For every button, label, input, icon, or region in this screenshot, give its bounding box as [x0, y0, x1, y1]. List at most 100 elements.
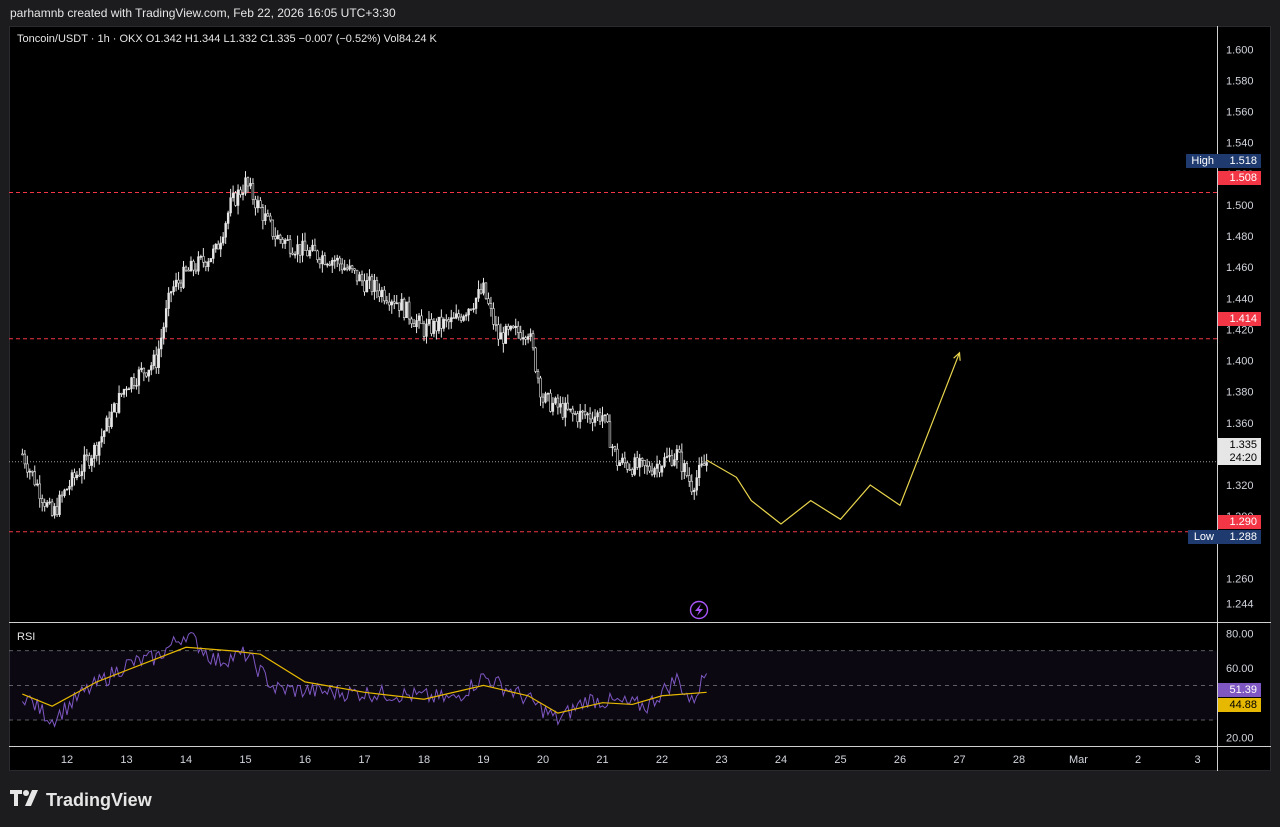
candle-body-38 — [115, 403, 118, 413]
candle-body-268 — [685, 463, 688, 476]
candle-body-70 — [194, 269, 198, 272]
candle-body-204 — [526, 336, 530, 340]
time-tick-19: 3 — [1194, 754, 1200, 766]
candle-body-177 — [459, 316, 463, 321]
candle-body-244 — [626, 462, 629, 470]
candle-body-259 — [663, 457, 666, 467]
candle-body-157 — [410, 318, 413, 324]
candle-body-87 — [236, 189, 240, 206]
candle-body-39 — [117, 392, 121, 413]
candle-body-79 — [217, 243, 220, 250]
projection-path — [706, 352, 961, 525]
candle-body-14 — [55, 506, 59, 515]
candle-body-266 — [680, 451, 684, 473]
candle-body-93 — [251, 183, 255, 200]
candle-body-73 — [202, 256, 205, 263]
candle-body-128 — [338, 257, 341, 265]
candle-body-130 — [343, 267, 346, 271]
candle-body-3 — [28, 470, 32, 473]
tradingview-brand[interactable]: TradingView — [10, 788, 152, 812]
attribution: parhamnb created with TradingView.com, F… — [10, 6, 396, 20]
tradingview-logo-icon — [10, 789, 40, 811]
time-tick-10: 22 — [656, 754, 668, 766]
candle-body-203 — [524, 337, 527, 340]
candle-body-46 — [135, 385, 138, 387]
price-chart[interactable]: 1.6001.5801.5601.5401.5201.5001.4801.460… — [9, 26, 1271, 771]
candle-body-153 — [400, 298, 403, 311]
candle-body-249 — [638, 458, 641, 468]
candle-body-166 — [432, 321, 436, 334]
candle-body-43 — [127, 388, 131, 391]
candle-body-118 — [313, 244, 317, 252]
candle-body-252 — [645, 465, 649, 467]
candle-body-95 — [256, 200, 260, 209]
candle-body-111 — [296, 244, 299, 255]
candle-body-105 — [281, 239, 284, 244]
candle-body-137 — [360, 274, 364, 282]
price-tick-7: 1.460 — [1226, 262, 1254, 274]
time-tick-5: 17 — [358, 754, 370, 766]
candle-body-21 — [73, 472, 76, 479]
candle-body-32 — [100, 436, 103, 443]
candle-body-82 — [224, 223, 227, 238]
candle-body-84 — [229, 197, 232, 214]
rsi-tick-2: 20.00 — [1226, 732, 1254, 744]
candle-body-227 — [583, 411, 587, 416]
candle-body-218 — [561, 403, 565, 418]
candle-body-40 — [120, 392, 123, 395]
candle-body-223 — [574, 413, 577, 415]
candle-body-225 — [578, 410, 582, 423]
price-tick-3: 1.540 — [1226, 138, 1254, 150]
candle-body-113 — [301, 240, 304, 256]
candle-body-202 — [521, 337, 525, 340]
candle-body-86 — [234, 192, 237, 206]
candle-body-234 — [601, 415, 604, 422]
candle-body-257 — [658, 463, 661, 473]
candle-body-275 — [702, 463, 706, 466]
candle-body-220 — [566, 402, 569, 410]
candle-body-258 — [660, 466, 664, 473]
candle-body-8 — [41, 498, 44, 503]
candle-body-81 — [221, 236, 225, 244]
candle-body-158 — [412, 323, 416, 327]
candle-body-54 — [155, 354, 158, 368]
high-value-tag: 1.518 — [1218, 154, 1261, 168]
candle-body-253 — [648, 465, 651, 472]
rsi-ma-tag: 44.88 — [1218, 698, 1261, 712]
candle-body-271 — [693, 489, 696, 493]
candle-body-27 — [88, 455, 91, 466]
rsi-tick-0: 80.00 — [1226, 628, 1254, 640]
candle-body-189 — [489, 303, 493, 309]
candle-body-69 — [192, 260, 195, 271]
candle-body-35 — [107, 417, 111, 427]
candle-body-12 — [50, 501, 54, 516]
candle-body-232 — [596, 412, 599, 418]
candle-body-214 — [551, 402, 555, 412]
candle-body-254 — [650, 470, 654, 475]
candle-body-103 — [276, 234, 279, 240]
price-tick-8: 1.440 — [1226, 293, 1254, 305]
candle-body-216 — [556, 397, 560, 408]
candle-body-60 — [169, 291, 173, 294]
candle-body-154 — [402, 298, 406, 318]
candle-body-255 — [653, 468, 656, 475]
candle-body-167 — [435, 321, 438, 332]
candle-body-44 — [130, 377, 133, 390]
candle-body-208 — [536, 371, 540, 379]
candle-body-219 — [564, 402, 567, 418]
candle-body-236 — [606, 414, 609, 423]
price-tick-11: 1.380 — [1226, 387, 1254, 399]
candle-body-175 — [455, 313, 458, 319]
candle-body-251 — [643, 460, 646, 466]
price-tick-2: 1.560 — [1226, 107, 1254, 119]
candle-body-226 — [581, 410, 584, 413]
time-tick-16: 28 — [1013, 754, 1025, 766]
candle-body-106 — [283, 239, 287, 244]
candle-body-260 — [665, 456, 669, 458]
candle-body-179 — [464, 314, 468, 317]
candle-body-31 — [98, 441, 101, 456]
candle-body-270 — [690, 480, 693, 493]
candle-body-144 — [378, 290, 381, 298]
candle-body-186 — [482, 282, 485, 294]
candle-body-243 — [623, 457, 627, 464]
